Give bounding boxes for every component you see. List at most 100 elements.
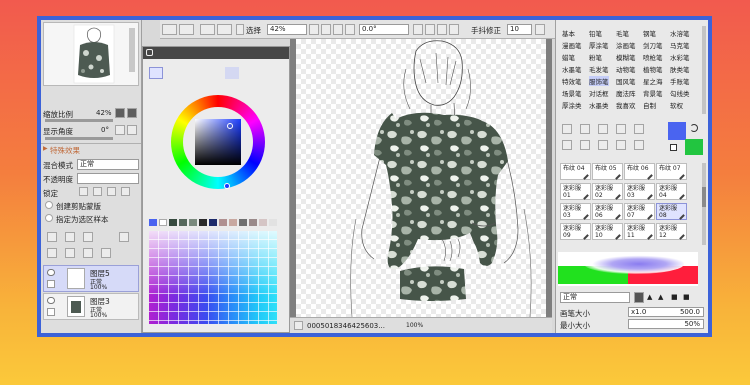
angle-reset-button[interactable] — [115, 125, 125, 135]
swatch[interactable] — [239, 219, 247, 226]
brush-cell-selected[interactable]: 迷彩服 08 — [656, 203, 687, 220]
clip-checkbox[interactable] — [45, 201, 53, 209]
swatch[interactable] — [259, 219, 267, 226]
category-scrollbar[interactable] — [702, 26, 706, 114]
zoom-in-button[interactable] — [333, 24, 343, 35]
redo-button[interactable] — [179, 24, 194, 35]
copy-layer-button[interactable] — [65, 232, 75, 242]
trash-icon[interactable] — [101, 248, 111, 258]
brush-tab[interactable]: 水墨类 — [589, 100, 609, 110]
rotate-right-button[interactable] — [425, 24, 435, 35]
eyedropper-icon[interactable] — [634, 140, 644, 150]
move-tool-icon[interactable] — [598, 140, 608, 150]
swatch[interactable] — [199, 219, 207, 226]
brush-tab[interactable]: 水墨笔 — [562, 64, 582, 74]
invert-selection-button[interactable] — [217, 24, 232, 35]
primary-color[interactable] — [668, 122, 686, 140]
brush-cell[interactable]: 迷彩服 01 — [560, 183, 591, 200]
shape-triangle-icon[interactable]: ▲ — [658, 293, 663, 301]
brush-tab[interactable]: 铅笔 — [589, 28, 602, 38]
shape-icon[interactable] — [634, 292, 644, 303]
brush-tab[interactable]: 马克笔 — [670, 40, 690, 50]
brush-cell[interactable]: 布纹 04 — [560, 163, 591, 180]
brush-cell[interactable]: 迷彩服 07 — [624, 203, 655, 220]
folder-button[interactable] — [83, 232, 93, 242]
brush-cell[interactable]: 布纹 05 — [592, 163, 623, 180]
rotate-left-button[interactable] — [413, 24, 423, 35]
angle-slider[interactable] — [45, 137, 113, 140]
mask-button[interactable] — [65, 248, 75, 258]
brush-tab[interactable]: 手账笔 — [670, 76, 690, 86]
new-layer-button[interactable] — [47, 232, 57, 242]
clear-button[interactable] — [83, 248, 93, 258]
zoom-down-button[interactable] — [309, 24, 319, 35]
swatch[interactable] — [219, 219, 227, 226]
color-tab-palette[interactable] — [225, 67, 239, 79]
swatch[interactable] — [149, 219, 157, 226]
shape-square-icon[interactable]: ■ — [671, 293, 678, 301]
brush-tab[interactable]: 水彩笔 — [670, 52, 690, 62]
ref-checkbox[interactable] — [45, 214, 53, 222]
layer-item[interactable]: 图层3 正常 100% — [43, 293, 139, 320]
color-tab-hsv[interactable] — [189, 67, 203, 79]
scroll-thumb[interactable] — [702, 187, 706, 207]
color-tab-rgb[interactable] — [207, 67, 221, 79]
brush-cell[interactable]: 迷彩服 04 — [656, 183, 687, 200]
brush-tab-selected[interactable]: 服饰笔 — [589, 76, 609, 86]
navigator-scroll[interactable] — [129, 28, 135, 72]
eraser-icon[interactable] — [616, 140, 626, 150]
brush-list-scrollbar[interactable] — [702, 163, 706, 245]
stabilizer-field[interactable]: 10 — [507, 24, 532, 35]
hue-cursor[interactable] — [224, 183, 230, 189]
undo-button[interactable] — [162, 24, 177, 35]
swatch[interactable] — [179, 219, 187, 226]
opacity-slider[interactable] — [77, 173, 139, 184]
fill-button[interactable] — [119, 232, 129, 242]
brush-tab[interactable]: 国风笔 — [616, 76, 636, 86]
effects-label[interactable]: 特殊效果 — [50, 145, 80, 156]
swatch[interactable] — [229, 219, 237, 226]
brush-tab[interactable]: 肤类笔 — [670, 64, 690, 74]
color-cursor[interactable] — [227, 123, 233, 129]
color-tab-mixer[interactable] — [243, 67, 257, 79]
brush-tab[interactable]: 漫画笔 — [562, 40, 582, 50]
brush-blend-select[interactable]: 正常 — [560, 292, 630, 303]
brush-tab[interactable]: 蜡笔 — [562, 52, 575, 62]
brush-tab[interactable]: 厚涂笔 — [589, 40, 609, 50]
swatch[interactable] — [189, 219, 197, 226]
saturation-value-square[interactable] — [195, 119, 241, 165]
eye-icon[interactable] — [47, 297, 55, 304]
zoom-minus-button[interactable] — [115, 108, 125, 118]
color-panel-header[interactable] — [143, 47, 289, 59]
select-tool-icon[interactable] — [562, 124, 572, 134]
brush-tab[interactable]: 毛笔 — [616, 28, 629, 38]
brush-tab[interactable]: 背景笔 — [643, 88, 663, 98]
stabilizer-dropdown-icon[interactable] — [535, 24, 545, 35]
lock-paint-button[interactable] — [93, 187, 102, 196]
brush-tab[interactable]: 特效笔 — [562, 76, 582, 86]
brush-tab[interactable]: 星之海 — [643, 76, 663, 86]
brush-cell[interactable]: 迷彩服 10 — [592, 223, 623, 240]
swap-icon[interactable] — [690, 124, 698, 132]
brush-icon[interactable] — [562, 140, 572, 150]
gradient-tool-icon[interactable] — [634, 124, 644, 134]
brush-tab[interactable]: 模糊笔 — [616, 52, 636, 62]
magic-wand-icon[interactable] — [598, 124, 608, 134]
zoom-fit-button[interactable] — [345, 24, 355, 35]
brush-tab[interactable]: 毛发笔 — [589, 64, 609, 74]
deselect-button[interactable] — [200, 24, 215, 35]
palette-grid[interactable] — [149, 231, 277, 324]
zoom-plus-button[interactable] — [127, 108, 137, 118]
flip-button[interactable] — [449, 24, 459, 35]
brush-tab[interactable]: 自制 — [643, 100, 656, 110]
brush-tab[interactable]: 喷枪笔 — [643, 52, 663, 62]
brush-tab[interactable]: 剑刀笔 — [643, 40, 663, 50]
brush-tab[interactable]: 勾线类 — [670, 88, 690, 98]
shape-square-icon[interactable]: ■ — [683, 293, 690, 301]
brush-size-field[interactable]: x1.0 500.0 — [628, 307, 704, 317]
lasso-tool-icon[interactable] — [580, 124, 590, 134]
min-size-slider[interactable]: 50% — [628, 319, 704, 329]
brush-tab[interactable]: 对话框 — [589, 88, 609, 98]
brush-tab[interactable]: 厚涂类 — [562, 100, 582, 110]
swatch[interactable] — [209, 219, 217, 226]
